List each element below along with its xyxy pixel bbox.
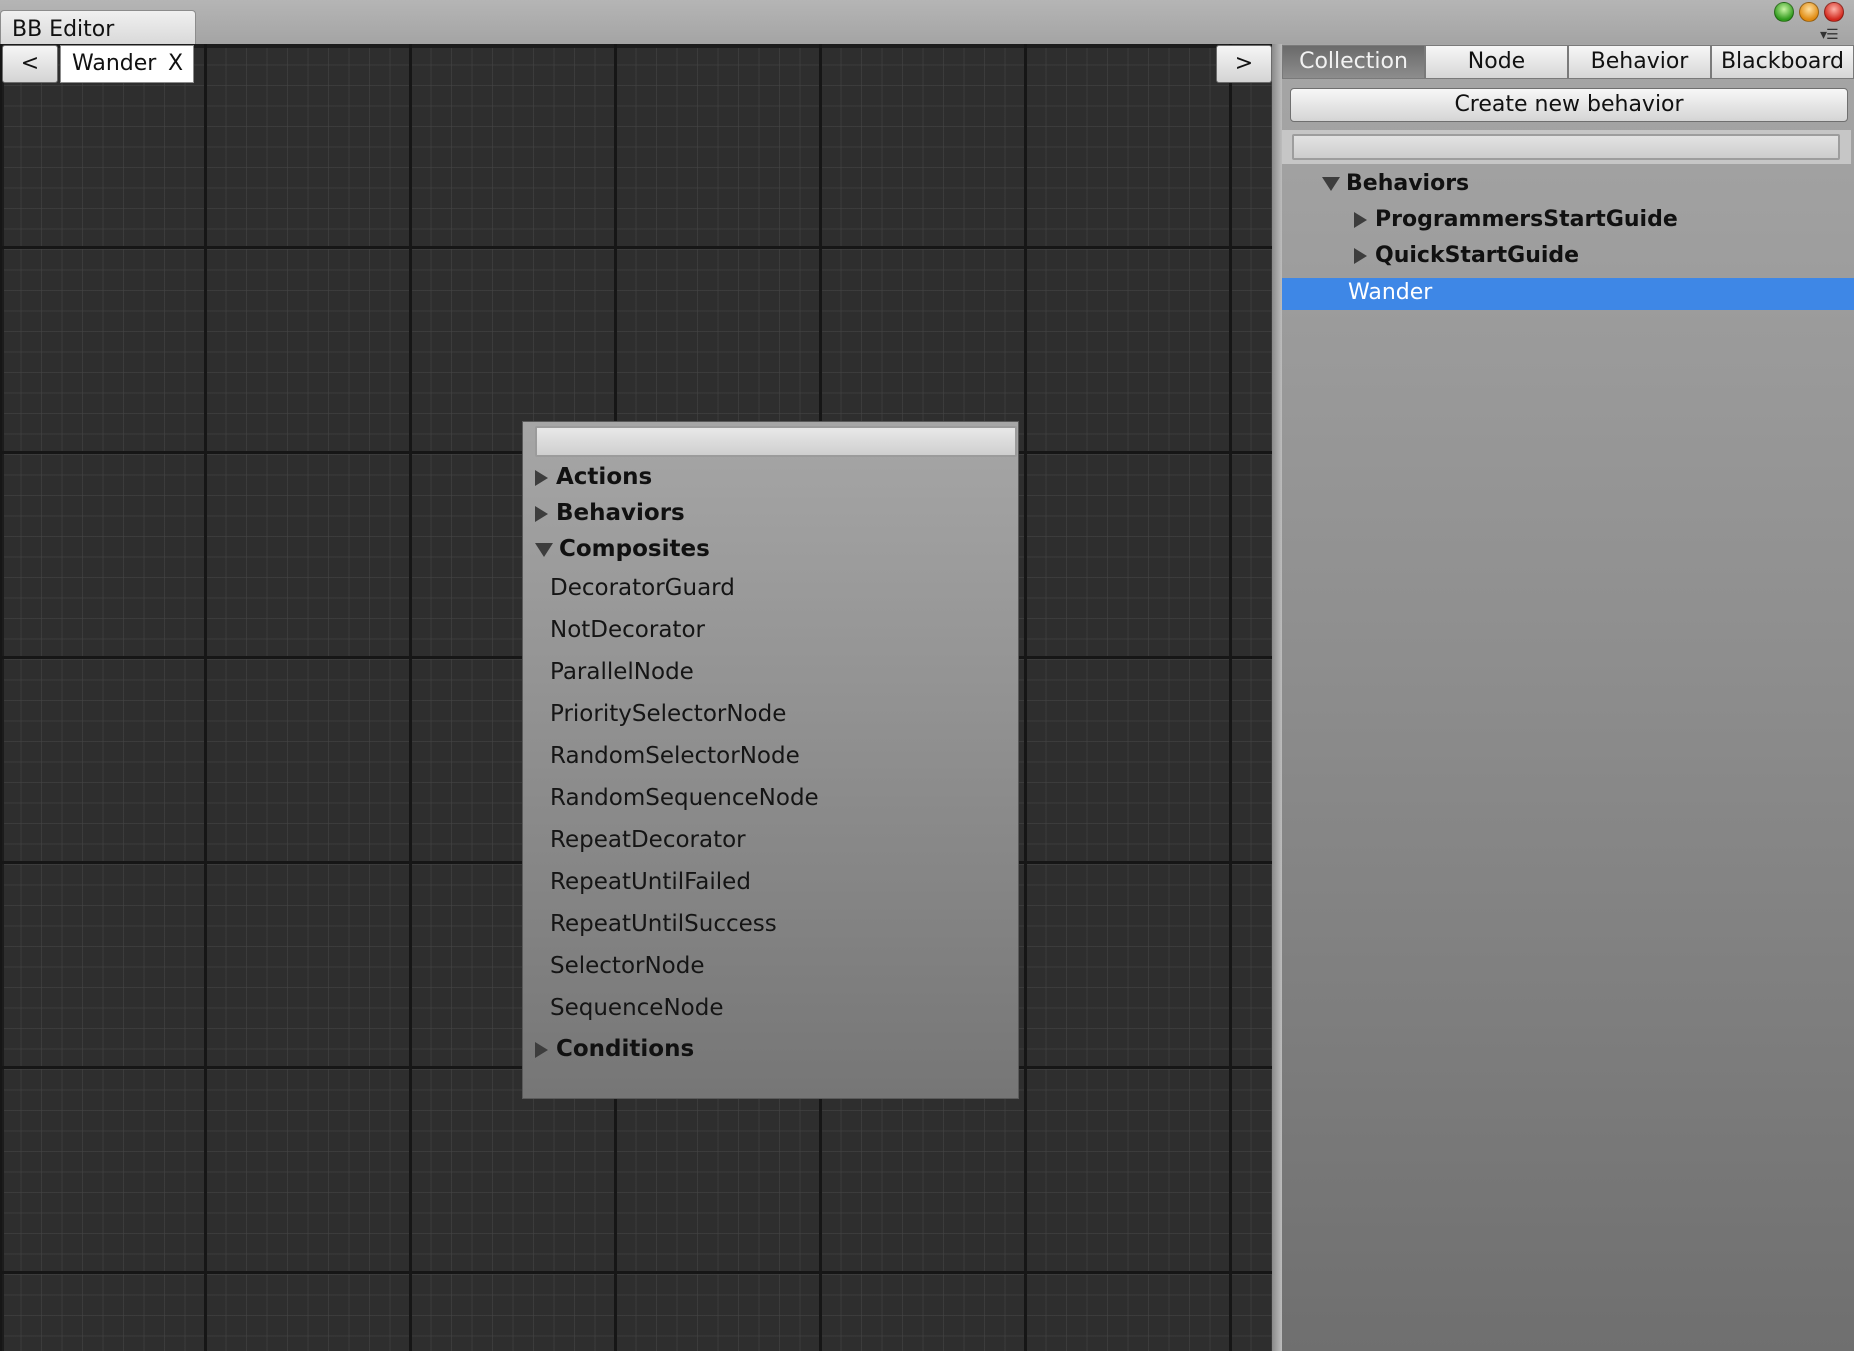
collection-panel: [1282, 44, 1854, 1351]
expand-arrow-icon: [535, 1041, 548, 1058]
tab-behavior[interactable]: Behavior: [1568, 45, 1711, 79]
expand-arrow-icon: [1354, 212, 1367, 228]
expand-arrow-icon: [535, 505, 548, 522]
node-item-notdecorator[interactable]: NotDecorator: [550, 617, 705, 643]
tree-item-programmersstartguide[interactable]: ProgrammersStartGuide: [1354, 207, 1678, 232]
node-item-decoratorguard[interactable]: DecoratorGuard: [550, 575, 735, 601]
tree-root-label: Behaviors: [1346, 171, 1470, 196]
category-actions[interactable]: Actions: [535, 464, 652, 490]
open-behavior-tab[interactable]: Wander X: [60, 45, 194, 83]
node-item-randomselectornode[interactable]: RandomSelectorNode: [550, 743, 800, 769]
category-composites[interactable]: Composites: [535, 536, 710, 562]
tree-item-wander-selected[interactable]: Wander: [1282, 278, 1854, 310]
tree-item-label: ProgrammersStartGuide: [1375, 207, 1678, 232]
panel-search-bar: [1282, 130, 1851, 164]
node-item-sequencenode[interactable]: SequenceNode: [550, 995, 723, 1021]
node-item-randomsequencenode[interactable]: RandomSequenceNode: [550, 785, 819, 811]
tree-item-quickstartguide[interactable]: QuickStartGuide: [1354, 243, 1579, 268]
node-item-parallelnode[interactable]: ParallelNode: [550, 659, 694, 685]
expand-arrow-icon: [1354, 248, 1367, 264]
close-tab-button[interactable]: X: [168, 51, 183, 76]
tab-blackboard[interactable]: Blackboard: [1711, 45, 1854, 79]
tree-root-behaviors[interactable]: Behaviors: [1322, 171, 1469, 196]
next-behavior-button[interactable]: >: [1216, 45, 1272, 83]
maximize-icon[interactable]: [1774, 2, 1794, 22]
node-item-selectornode[interactable]: SelectorNode: [550, 953, 705, 979]
node-item-repeatuntilsuccess[interactable]: RepeatUntilSuccess: [550, 911, 777, 937]
panel-splitter[interactable]: [1272, 44, 1282, 1351]
node-picker-popup: Actions Behaviors Composites DecoratorGu…: [522, 421, 1019, 1099]
tree-item-label: QuickStartGuide: [1375, 243, 1580, 268]
node-item-priorityselectornode[interactable]: PrioritySelectorNode: [550, 701, 786, 727]
node-item-repeatuntilfailed[interactable]: RepeatUntilFailed: [550, 869, 751, 895]
category-label: Composites: [559, 536, 710, 562]
tree-item-label: Wander: [1348, 280, 1433, 305]
open-behavior-tab-label: Wander: [72, 51, 157, 76]
tab-collection[interactable]: Collection: [1282, 45, 1425, 79]
expand-arrow-icon: [535, 469, 548, 486]
category-conditions[interactable]: Conditions: [535, 1036, 694, 1062]
previous-behavior-button[interactable]: <: [2, 45, 58, 83]
tab-node[interactable]: Node: [1425, 45, 1568, 79]
category-behaviors[interactable]: Behaviors: [535, 500, 685, 526]
category-label: Actions: [556, 464, 653, 490]
title-bar: BB Editor ▾☰: [0, 0, 1854, 45]
node-search-input[interactable]: [535, 426, 1017, 457]
node-item-repeatdecorator[interactable]: RepeatDecorator: [550, 827, 746, 853]
bb-editor-window: BB Editor ▾☰ < Wander X > Actions Behavi…: [0, 0, 1854, 1351]
collapse-arrow-icon: [535, 542, 553, 557]
collection-search-input[interactable]: [1292, 134, 1840, 160]
create-new-behavior-button[interactable]: Create new behavior: [1290, 88, 1848, 122]
minimize-icon[interactable]: [1799, 2, 1819, 22]
window-title-tab[interactable]: BB Editor: [0, 10, 196, 44]
collapse-arrow-icon: [1322, 177, 1340, 191]
window-menu-icon[interactable]: ▾☰: [1820, 27, 1839, 43]
category-label: Conditions: [556, 1036, 695, 1062]
panel-tab-bar: Collection Node Behavior Blackboard: [1282, 45, 1854, 79]
category-label: Behaviors: [556, 500, 685, 526]
close-window-icon[interactable]: [1824, 2, 1844, 22]
